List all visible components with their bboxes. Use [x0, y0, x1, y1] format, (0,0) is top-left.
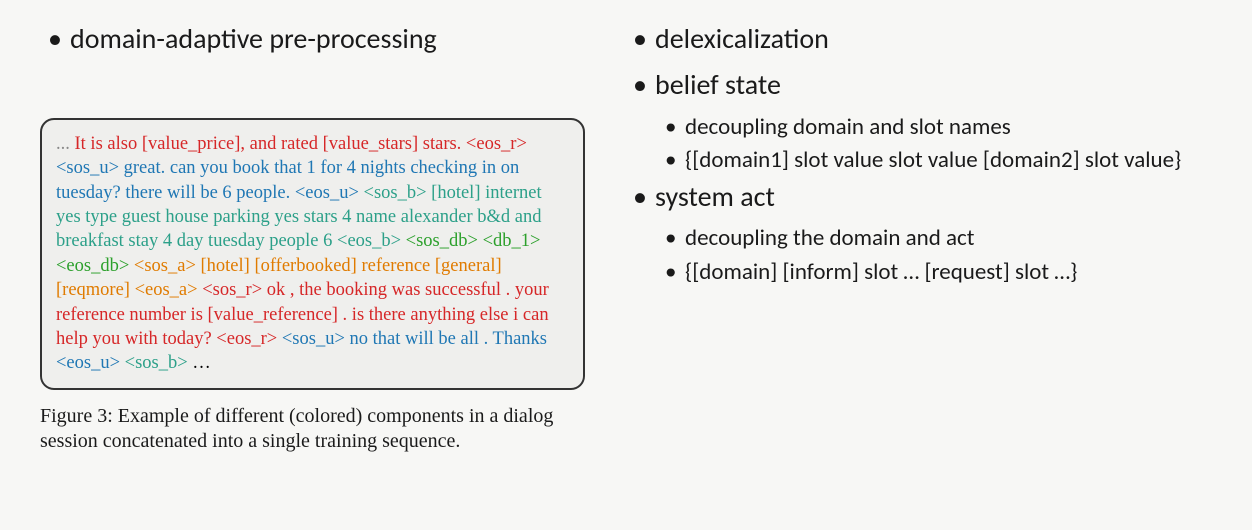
right-bullet-text: belief state	[655, 67, 781, 102]
dialog-token: It is also [value_price], and rated [val…	[75, 134, 527, 154]
left-title-text: domain-adaptive pre-processing	[70, 21, 437, 56]
right-bullet-text: {[domain1] slot value slot value [domain…	[685, 146, 1181, 174]
right-bullet: belief state	[625, 66, 1212, 104]
left-title: domain-adaptive pre-processing	[40, 20, 595, 58]
right-bullet: decoupling domain and slot names	[625, 112, 1212, 143]
dialog-token: …	[192, 353, 211, 373]
dialog-token: ...	[56, 134, 75, 154]
right-bullet: decoupling the domain and act	[625, 223, 1212, 254]
right-bullet-list: delexicalization belief state decoupling d…	[595, 20, 1212, 510]
dialog-example-box: ... It is also [value_price], and rated …	[40, 118, 585, 390]
right-bullet: system act	[625, 178, 1212, 216]
right-bullet-text: delexicalization	[655, 21, 829, 56]
right-bullet-text: {[domain] [inform] slot … [request] slot…	[685, 258, 1077, 286]
right-bullet: {[domain] [inform] slot … [request] slot…	[625, 257, 1212, 288]
right-bullet: delexicalization	[625, 20, 1212, 58]
right-bullet-text: system act	[655, 179, 775, 214]
right-bullet-text: decoupling domain and slot names	[685, 113, 1011, 141]
right-bullet: {[domain1] slot value slot value [domain…	[625, 145, 1212, 176]
figure-caption: Figure 3: Example of different (colored)…	[40, 404, 585, 454]
right-bullet-text: decoupling the domain and act	[685, 224, 974, 252]
dialog-token: <sos_b>	[125, 353, 193, 373]
